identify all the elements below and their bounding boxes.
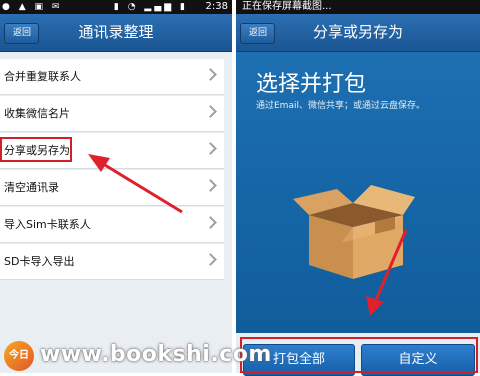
left-screen: ● ▲ ▣ ✉ ▮ ◔ ▂▄▆ ▮ 2:38 通讯录整理 返回 合并重复联系人 … (0, 0, 232, 373)
right-screen: 正在保存屏幕截图... 分享或另存为 返回 选择并打包 通过Email、微信共享… (236, 0, 480, 373)
watermark-logo: 今日 (4, 341, 34, 371)
highlight-box (240, 337, 478, 373)
pointer-arrow-icon (88, 154, 183, 214)
pointer-arrow-icon (366, 229, 408, 316)
watermark-text: www.bookshi.com (40, 342, 272, 367)
